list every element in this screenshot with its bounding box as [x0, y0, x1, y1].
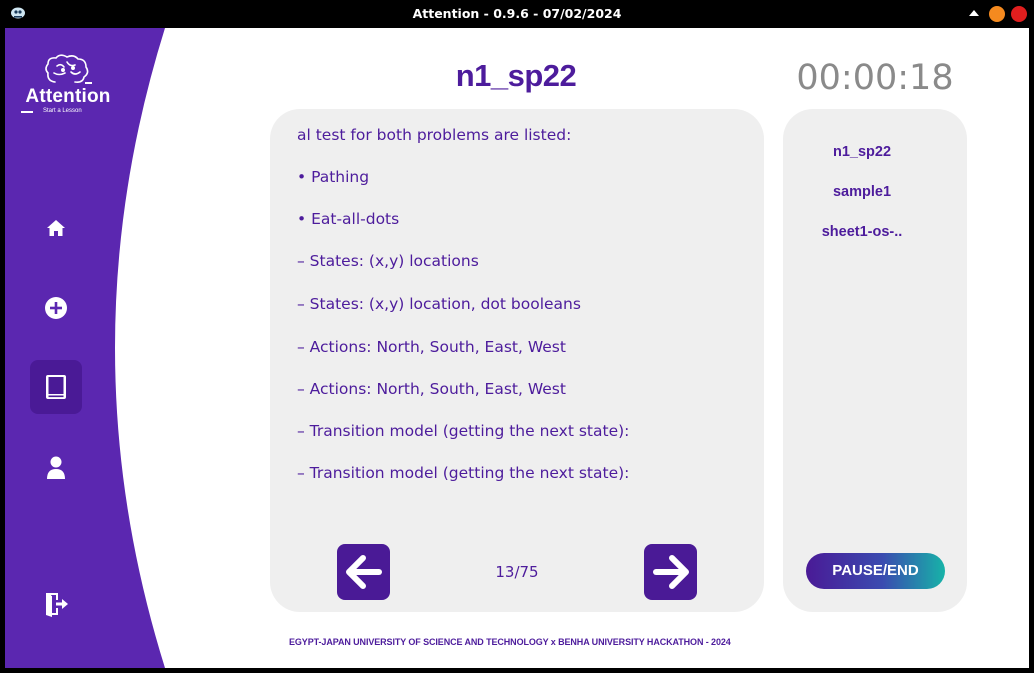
- lesson-content-card: al test for both problems are listed: • …: [270, 109, 764, 612]
- content-line: al test for both problems are listed:: [297, 126, 572, 144]
- logo-tagline: Start a Lesson: [43, 108, 82, 114]
- nav-logout[interactable]: [30, 577, 82, 631]
- maximize-button[interactable]: [969, 10, 979, 16]
- file-item[interactable]: sample1: [783, 184, 941, 200]
- page-counter: 13/75: [495, 563, 539, 581]
- add-icon: [45, 297, 67, 319]
- pause-end-button[interactable]: PAUSE/END: [806, 553, 945, 589]
- next-page-button[interactable]: [644, 544, 697, 600]
- sidebar: [5, 28, 165, 668]
- minimize-button[interactable]: [989, 6, 1005, 22]
- home-icon: [47, 220, 65, 236]
- logo-tag-line: [21, 111, 33, 113]
- previous-page-button[interactable]: [337, 544, 390, 600]
- title-bar: Attention - 0.9.6 - 07/02/2024: [0, 0, 1034, 28]
- app-window: Attention Start a Lesson n1_sp22 00:00:1…: [5, 28, 1029, 668]
- nav-profile[interactable]: [30, 441, 82, 495]
- content-line: – Actions: North, South, East, West: [297, 380, 566, 398]
- nav-lessons[interactable]: [30, 360, 82, 414]
- file-item[interactable]: n1_sp22: [783, 144, 941, 160]
- content-line: – Actions: North, South, East, West: [297, 338, 566, 356]
- lesson-title: n1_sp22: [455, 58, 577, 93]
- book-icon: [46, 375, 66, 399]
- lesson-files-panel: n1_sp22 sample1 sheet1-os-.. PAUSE/END: [783, 109, 967, 612]
- content-line: – Transition model (getting the next sta…: [297, 464, 630, 482]
- arrow-right-icon: [652, 555, 689, 589]
- logo-name: Attention: [25, 86, 111, 107]
- app-logo: Attention Start a Lesson: [21, 54, 117, 120]
- content-line: – States: (x,y) location, dot booleans: [297, 295, 581, 313]
- close-button[interactable]: [1011, 6, 1027, 22]
- content-line: • Eat-all-dots: [297, 210, 400, 228]
- arrow-left-icon: [345, 555, 382, 589]
- brain-icon: [45, 54, 92, 84]
- content-line: • Pathing: [297, 168, 370, 186]
- nav-add[interactable]: [30, 281, 82, 335]
- nav-home[interactable]: [30, 201, 82, 255]
- logout-icon: [46, 593, 68, 617]
- user-icon: [47, 456, 65, 479]
- file-item[interactable]: sheet1-os-..: [783, 224, 941, 240]
- session-timer: 00:00:18: [796, 58, 954, 98]
- content-line: – States: (x,y) locations: [297, 252, 479, 270]
- footer-credit: EGYPT-JAPAN UNIVERSITY OF SCIENCE AND TE…: [289, 637, 731, 647]
- window-title: Attention - 0.9.6 - 07/02/2024: [412, 6, 622, 21]
- content-line: – Transition model (getting the next sta…: [297, 422, 630, 440]
